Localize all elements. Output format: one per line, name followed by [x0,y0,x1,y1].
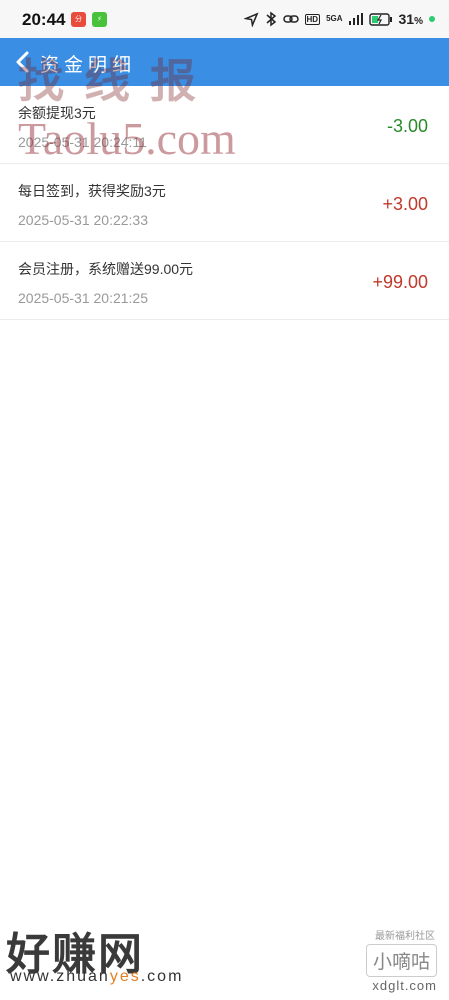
fund-record-row[interactable]: 会员注册，系统赠送99.00元 2025-05-31 20:21:25 +99.… [0,242,449,320]
watermark-top-url: Taolu5.com [18,113,236,164]
status-bar: 20:44 分 ⚡ HD 5GA 31% [0,0,449,38]
link-icon [282,15,299,23]
notification-app-icon: 分 [71,12,86,27]
record-date: 2025-05-31 20:22:33 [18,212,148,228]
record-description: 会员注册，系统赠送99.00元 [18,261,194,277]
watermark-right-caption: 最新福利社区 [375,931,435,942]
bluetooth-icon [266,11,276,27]
record-amount: +99.00 [372,272,428,292]
watermark-bottom-url: www.zhuanyes.com [10,968,184,985]
system-icons: HD 5GA 31% [243,9,435,29]
battery-percent: 31% [398,11,423,27]
watermark-top-chinese: 找 线 报 [18,54,199,108]
status-time: 20:44 [22,10,66,29]
status-dot [429,16,435,22]
watermark-right-url: xdglt.com [372,978,437,993]
network-type: 5GA [326,14,343,23]
watermark-right-logo: 小嘀咕 [365,944,437,977]
fund-record-row[interactable]: 每日签到，获得奖励3元 2025-05-31 20:22:33 +3.00 [0,164,449,242]
hd-icon: HD [304,13,321,25]
charging-app-icon: ⚡ [92,12,107,27]
record-amount: -3.00 [386,116,428,136]
record-description: 每日签到，获得奖励3元 [18,183,166,199]
record-amount: +3.00 [382,194,428,214]
signal-icon [348,13,363,25]
record-date: 2025-05-31 20:21:25 [18,290,148,306]
location-icon [243,11,259,27]
battery-icon [368,12,392,26]
